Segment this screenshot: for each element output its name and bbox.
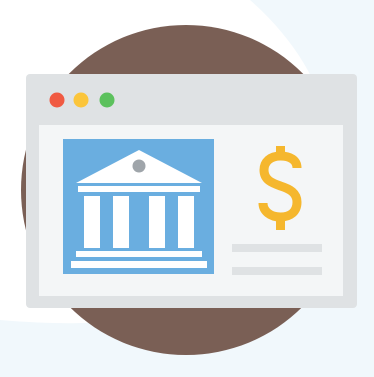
window-maximize-dot	[99, 92, 115, 108]
bank-column	[84, 196, 100, 248]
bank-column	[178, 196, 194, 248]
text-line	[232, 244, 322, 252]
window-close-dot	[49, 92, 65, 108]
bank-column	[149, 196, 165, 248]
illustration-canvas	[0, 0, 374, 377]
text-line	[232, 267, 322, 275]
window-minimize-dot	[73, 92, 89, 108]
bank-base-lower	[71, 261, 207, 268]
bank-base-upper	[76, 251, 202, 257]
bank-roof-dot	[132, 159, 146, 173]
online-banking-illustration	[0, 0, 374, 377]
bank-column	[113, 196, 129, 248]
bank-architrave	[78, 186, 200, 192]
